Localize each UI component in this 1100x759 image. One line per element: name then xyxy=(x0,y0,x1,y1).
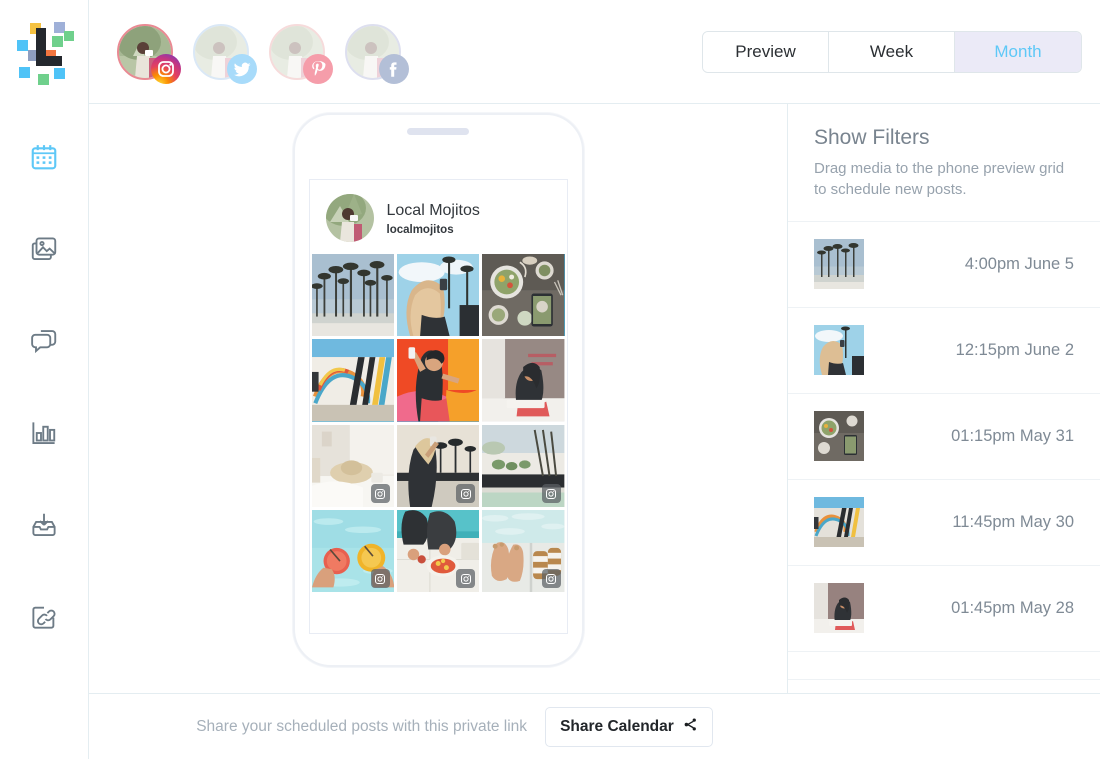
post-time: 01:15pm May 31 xyxy=(951,426,1074,445)
account-facebook[interactable] xyxy=(345,23,409,84)
post-thumbnail xyxy=(814,497,864,548)
post-time: 4:00pm June 5 xyxy=(964,254,1074,273)
profile-text: Local Mojitos localmojitos xyxy=(387,201,480,236)
phone-speaker xyxy=(407,128,469,135)
tab-week[interactable]: Week xyxy=(829,31,955,72)
post-time: 01:45pm May 28 xyxy=(951,598,1074,617)
link-in-bio-icon xyxy=(32,606,56,629)
grid-cell-pink-wall-woman[interactable] xyxy=(482,339,565,422)
sidebar-item-calendar[interactable] xyxy=(22,135,66,179)
grid-cell-food-flatlay[interactable] xyxy=(482,254,565,337)
right-panel: Show Filters Drag media to the phone pre… xyxy=(788,104,1100,693)
post-grid xyxy=(310,254,567,594)
instagram-published-icon xyxy=(370,569,390,589)
sidebar-item-inbox[interactable] xyxy=(22,503,66,547)
middle-area: Local Mojitos localmojitos Show Filters … xyxy=(89,104,1100,693)
grid-cell-palm-trees[interactable] xyxy=(311,254,394,337)
post-time: 12:15pm June 2 xyxy=(955,340,1074,359)
top-bar: Preview Week Month xyxy=(89,0,1100,104)
scheduled-post-row[interactable]: 01:45pm May 28 xyxy=(788,566,1100,652)
scheduled-post-row[interactable]: 12:15pm June 2 xyxy=(788,308,1100,394)
phone-frame: Local Mojitos localmojitos xyxy=(292,113,584,667)
profile-header: Local Mojitos localmojitos xyxy=(310,180,567,254)
grid-cell-poolside-fruit[interactable] xyxy=(396,510,480,593)
account-instagram[interactable] xyxy=(117,23,181,84)
scheduled-post-row[interactable]: 4:00pm June 5 xyxy=(788,222,1100,308)
show-filters-title[interactable]: Show Filters xyxy=(814,126,1074,150)
logo-icon xyxy=(17,22,74,85)
share-nodes-icon xyxy=(683,717,698,737)
footer-bar: Share your scheduled posts with this pri… xyxy=(89,693,1100,759)
grid-cell-palm-blonde-wall[interactable] xyxy=(396,424,480,508)
panel-header: Show Filters Drag media to the phone pre… xyxy=(788,104,1100,222)
twitter-icon xyxy=(227,53,257,84)
social-accounts xyxy=(117,23,409,84)
instagram-published-icon xyxy=(456,484,476,504)
scheduled-post-row[interactable]: 01:15pm May 31 xyxy=(788,394,1100,480)
grid-cell-orange-selfie[interactable] xyxy=(396,339,480,422)
facebook-icon xyxy=(379,53,409,84)
sidebar-item-conversations[interactable] xyxy=(22,319,66,363)
left-sidebar xyxy=(0,0,89,759)
sidebar-nav xyxy=(22,135,66,687)
grid-cell-pool-drinks[interactable] xyxy=(311,510,394,593)
analytics-icon xyxy=(32,422,56,444)
share-calendar-label: Share Calendar xyxy=(560,717,674,735)
instagram-published-icon xyxy=(541,569,561,589)
later-logo[interactable] xyxy=(14,20,74,85)
grid-cell-mural-wall[interactable] xyxy=(311,339,394,422)
profile-handle: localmojitos xyxy=(386,223,454,236)
phone-screen: Local Mojitos localmojitos xyxy=(308,179,568,634)
media-library-icon xyxy=(31,237,57,260)
profile-avatar xyxy=(325,194,374,242)
sidebar-item-analytics[interactable] xyxy=(22,411,66,455)
tab-preview[interactable]: Preview xyxy=(703,31,829,72)
post-time: 11:45pm May 30 xyxy=(952,512,1074,531)
inbox-download-icon xyxy=(32,513,56,536)
account-twitter[interactable] xyxy=(193,23,257,84)
scheduled-post-row[interactable]: 11:45pm May 30 xyxy=(788,480,1100,566)
sidebar-item-media[interactable] xyxy=(22,227,66,271)
grid-cell-bedroom-hat[interactable] xyxy=(311,424,394,508)
app-root: Preview Week Month Local Mojitos localmo… xyxy=(0,0,1100,759)
instagram-published-icon xyxy=(541,484,561,504)
grid-cell-pool-umbrellas[interactable] xyxy=(482,424,565,508)
instagram-published-icon xyxy=(456,569,476,589)
grid-cell-blonde-phone[interactable] xyxy=(396,254,480,337)
post-thumbnail xyxy=(814,239,864,290)
post-thumbnail xyxy=(814,325,864,376)
post-thumbnail xyxy=(814,411,864,462)
view-toggle: Preview Week Month xyxy=(702,30,1082,73)
conversations-icon xyxy=(31,330,57,354)
tab-month[interactable]: Month xyxy=(955,31,1081,72)
grid-cell-feet-sandals[interactable] xyxy=(482,510,565,593)
share-hint-text: Share your scheduled posts with this pri… xyxy=(196,717,528,735)
scheduled-post-row-partial[interactable] xyxy=(788,652,1100,680)
scheduled-posts-list: 4:00pm June 5 12:15pm June 2 01:15pm May… xyxy=(788,222,1100,693)
instagram-published-icon xyxy=(370,484,390,504)
main-column: Preview Week Month Local Mojitos localmo… xyxy=(89,0,1100,759)
profile-name: Local Mojitos xyxy=(386,201,480,219)
sidebar-item-linkinbio[interactable] xyxy=(22,595,66,639)
panel-subtitle: Drag media to the phone preview grid to … xyxy=(814,160,1065,199)
pinterest-icon xyxy=(303,53,333,84)
share-calendar-button[interactable]: Share Calendar xyxy=(545,706,713,747)
post-thumbnail xyxy=(814,583,864,634)
phone-preview-stage: Local Mojitos localmojitos xyxy=(89,104,788,693)
calendar-icon xyxy=(31,145,57,170)
instagram-icon xyxy=(151,53,181,84)
account-pinterest[interactable] xyxy=(269,23,333,84)
